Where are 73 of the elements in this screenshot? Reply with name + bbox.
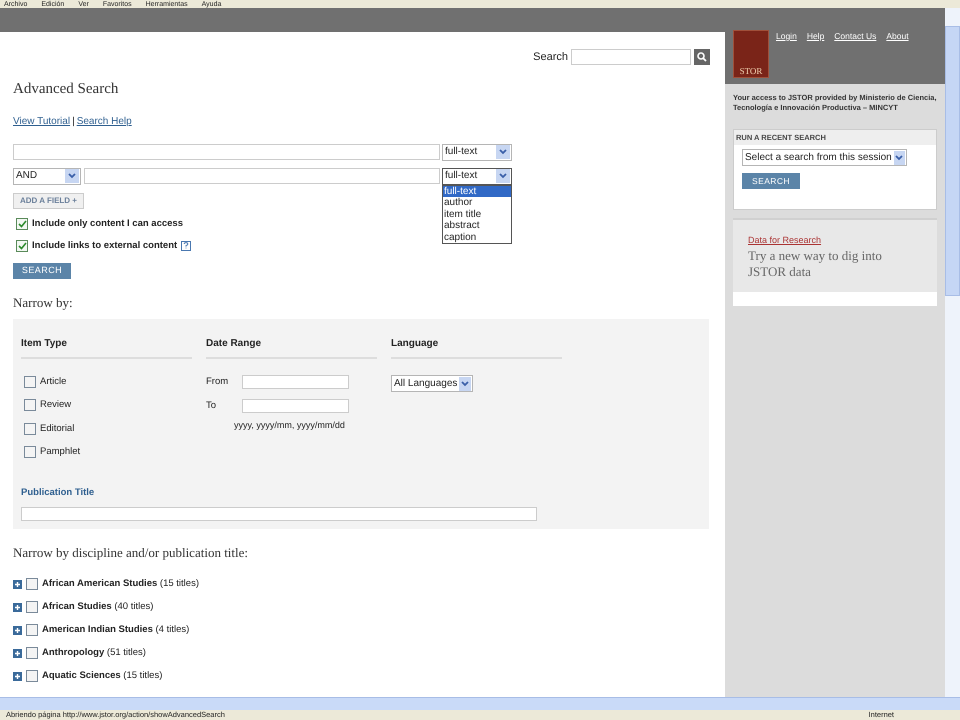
select-field[interactable]: full-text [442,168,512,184]
expand-icon[interactable] [13,602,22,612]
option-label: Include only content I can access [32,216,183,230]
search-icon [697,52,707,62]
checkbox[interactable] [26,624,38,636]
to-date-field[interactable] [242,399,349,414]
help-icon[interactable] [181,240,192,251]
checkbox[interactable] [26,670,38,682]
search-button[interactable] [694,49,710,66]
link-separator: | [72,114,75,128]
date-format-hint: yyyy, yyyy/mm, yyyy/mm/dd [234,418,345,432]
option-label: Include links to external content [32,238,178,253]
checkbox[interactable] [26,647,38,659]
checkbox[interactable] [24,422,36,435]
expand-icon[interactable] [13,580,22,588]
discipline-label: Anthropology (51 titles) [42,646,146,660]
header-link[interactable]: About [886,30,909,43]
from-label: From [206,375,230,389]
checkbox[interactable] [24,376,36,388]
page-link[interactable]: Search Help [76,114,132,128]
publication-title-label: Publication Title [21,486,94,500]
to-label: To [206,399,218,414]
item-type-label: Editorial [40,422,74,436]
promo-link[interactable]: Data for Research [748,234,822,248]
logo-text: STOR [740,67,762,77]
column-heading: Item Type [21,336,192,359]
from-date-field[interactable] [242,375,349,390]
column-heading: Language [391,336,562,359]
checkbox[interactable] [24,446,36,458]
horizontal-scrollbar[interactable] [0,697,960,710]
page-link[interactable]: View Tutorial [13,114,70,128]
header-link[interactable]: Help [806,30,824,43]
publication-title-field[interactable] [21,507,537,522]
add-field-button[interactable]: ADD A FIELD + [13,192,84,208]
checkbox[interactable] [26,578,38,590]
item-type-label: Pamphlet [40,444,80,459]
section-title: Narrow by: [13,296,73,309]
vertical-scrollbar[interactable] [945,8,960,697]
dropdown-option[interactable]: author [443,197,511,208]
item-type-label: Review [40,398,72,412]
discipline-label: African Studies (40 titles) [42,600,154,614]
promo-text: Try a new way to dig into JSTOR data [748,248,883,280]
checkbox[interactable] [24,399,36,412]
expand-icon[interactable] [13,648,22,658]
select-field[interactable]: AND [13,168,81,184]
search-submit-button[interactable]: SEARCH [13,263,71,279]
page-title: Advanced Search [13,82,118,96]
select-field[interactable]: All Languages [391,375,473,392]
expand-icon[interactable] [13,626,22,634]
checkbox[interactable] [26,601,38,613]
header-link[interactable]: Login [776,30,797,43]
checkbox[interactable] [16,218,28,230]
scroll-thumb[interactable] [945,26,960,296]
recent-search-button[interactable]: SEARCH [742,173,800,190]
search-field[interactable] [571,49,691,66]
dropdown-option[interactable]: item title [443,208,511,220]
query-field[interactable] [13,144,440,160]
discipline-label: Aquatic Sciences (15 titles) [42,668,162,683]
item-type-label: Article [40,375,66,389]
dropdown-option[interactable]: caption [443,232,511,243]
select-field[interactable]: Select a search from this session [742,149,907,166]
query-field[interactable] [84,168,440,184]
column-heading: Date Range [206,336,377,359]
section-title: Narrow by discipline and/or publication title: [13,546,248,559]
discipline-label: American Indian Studies (4 titles) [42,622,190,637]
select-field[interactable]: full-text [442,144,512,160]
search-label: Search [533,50,568,65]
expand-icon[interactable] [13,672,22,680]
dropdown-option[interactable]: full-text [443,186,511,197]
checkbox[interactable] [16,240,28,252]
dropdown-option[interactable]: abstract [443,220,511,232]
header-link[interactable]: Contact Us [834,30,876,43]
discipline-label: African American Studies (15 titles) [42,576,199,591]
